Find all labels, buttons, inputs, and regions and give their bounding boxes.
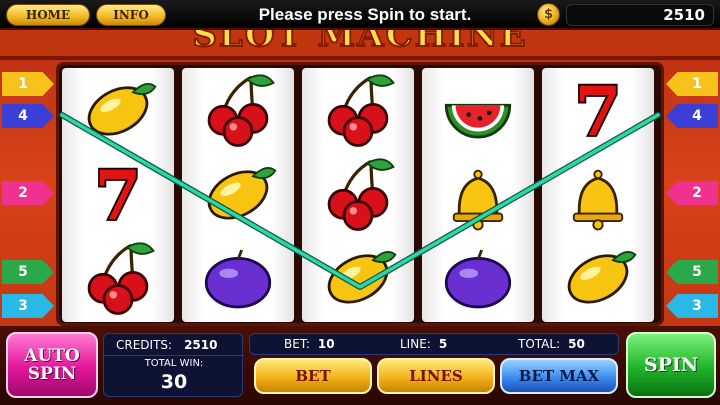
credits-value: 2510	[184, 337, 218, 352]
plum-symbol-icon	[182, 236, 294, 320]
lemon-symbol-icon	[302, 236, 414, 320]
reel-4	[422, 68, 534, 322]
right-line-marker-2[interactable]: 2	[666, 181, 718, 205]
spin-button[interactable]: SPIN	[626, 332, 716, 398]
bet-value: 10	[317, 337, 335, 351]
lemon-symbol-icon	[182, 152, 294, 236]
reel-2	[182, 68, 294, 322]
bet-max-button[interactable]: BET MAX	[500, 358, 618, 394]
right-line-marker-3[interactable]: 3	[666, 294, 718, 318]
bet-label: BET:	[284, 337, 310, 351]
left-line-marker-2[interactable]: 2	[2, 181, 54, 205]
cherry-symbol-icon	[182, 68, 294, 152]
auto-spin-button[interactable]: AUTO SPIN	[6, 332, 98, 398]
credits-label: CREDITS:	[116, 337, 173, 352]
total-win-label: TOTAL WIN:	[144, 358, 204, 369]
line-info: LINE: 5	[400, 334, 447, 354]
left-line-marker-1[interactable]: 1	[2, 72, 54, 96]
home-button[interactable]: HOME	[6, 4, 90, 26]
coin-icon: $	[537, 3, 560, 26]
credits-box: CREDITS: 2510 TOTAL WIN: 30	[103, 333, 244, 397]
bet-button[interactable]: BET	[254, 358, 372, 394]
watermelon-symbol-icon	[422, 68, 534, 152]
line-value: 5	[438, 337, 448, 351]
seven-symbol-icon: 7	[62, 152, 174, 237]
credits-row: CREDITS: 2510	[104, 334, 244, 356]
svg-text:7: 7	[95, 156, 142, 235]
game-stage: SLOT MACHINE HOME INFO Please press Spin…	[0, 0, 720, 405]
left-line-marker-4[interactable]: 4	[2, 104, 54, 128]
total-win-value: 30	[160, 371, 188, 393]
right-line-marker-5[interactable]: 5	[666, 260, 718, 284]
cherry-symbol-icon	[302, 68, 414, 152]
bell-symbol-icon	[422, 152, 534, 236]
lemon-symbol-icon	[62, 68, 174, 152]
lines-button[interactable]: LINES	[377, 358, 495, 394]
cherry-symbol-icon	[302, 152, 414, 236]
lemon-symbol-icon	[542, 236, 654, 320]
right-line-marker-4[interactable]: 4	[666, 104, 718, 128]
line-label: LINE:	[400, 337, 431, 351]
bet-info-bar: BET: 10 LINE: 5 TOTAL: 50	[249, 333, 619, 355]
total-value: 50	[568, 337, 585, 351]
reel-1: 7	[62, 68, 174, 322]
seven-symbol-icon: 7	[542, 68, 654, 153]
reel-3	[302, 68, 414, 322]
reel-5: 7	[542, 68, 654, 322]
auto-spin-label-2: SPIN	[27, 364, 77, 384]
info-button[interactable]: INFO	[96, 4, 166, 26]
status-message: Please press Spin to start.	[258, 5, 472, 24]
right-line-marker-1[interactable]: 1	[666, 72, 718, 96]
left-line-marker-5[interactable]: 5	[2, 260, 54, 284]
left-line-marker-3[interactable]: 3	[2, 294, 54, 318]
bell-symbol-icon	[542, 152, 654, 236]
top-bar: HOME INFO Please press Spin to start. $ …	[0, 0, 720, 30]
total-label: TOTAL:	[518, 337, 561, 351]
plum-symbol-icon	[422, 236, 534, 320]
auto-spin-label-1: AUTO	[24, 346, 80, 366]
total-info: TOTAL: 50	[518, 334, 585, 354]
svg-text:7: 7	[575, 72, 622, 151]
balance-display: 2510	[566, 4, 714, 26]
cherry-symbol-icon	[62, 236, 174, 320]
bet-info: BET: 10	[284, 334, 335, 354]
